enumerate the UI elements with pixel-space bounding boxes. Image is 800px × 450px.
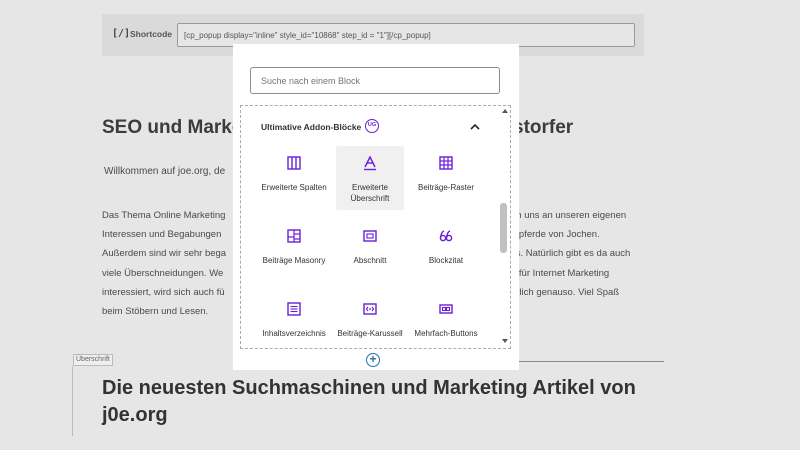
shortcode-label: Shortcode — [130, 29, 173, 39]
post-heading-left: SEO und Marke — [102, 117, 243, 138]
grid-icon — [439, 156, 453, 170]
paragraph-line: beim Stöbern und Lesen. — [102, 306, 209, 318]
block-label: Mehrfach-Buttons — [414, 329, 478, 338]
add-block-button[interactable]: + — [366, 353, 380, 367]
block-abschnitt[interactable]: Abschnitt — [336, 219, 404, 283]
block-inserter-popover: Ultimative Addon-Blöcke UG Erweiterte Sp… — [240, 56, 511, 349]
shortcode-icon: [/] — [112, 28, 131, 39]
block-list: Ultimative Addon-Blöcke UG Erweiterte Sp… — [240, 105, 511, 349]
carousel-icon — [363, 303, 377, 315]
section-icon — [363, 230, 377, 242]
toc-icon — [287, 302, 301, 316]
paragraph-line: viele Überschneidungen. We — [102, 267, 224, 279]
block-label: Inhaltsverzeichnis — [262, 329, 326, 338]
welcome-text: Willkommen auf joe.org, de — [104, 166, 226, 177]
block-beitraege-karussell[interactable]: Beiträge-Karussell — [336, 292, 404, 348]
columns-icon — [287, 156, 301, 170]
quote-icon — [439, 230, 453, 242]
block-mehrfach-buttons[interactable]: Mehrfach-Buttons — [412, 292, 480, 348]
block-label: Erweiterte Überschrift — [350, 183, 390, 203]
heading-icon — [364, 155, 376, 171]
paragraph-line: h für Internet Marketing — [511, 267, 610, 279]
block-label: Beiträge Masonry — [262, 256, 326, 265]
block-label: Beiträge-Raster — [417, 183, 475, 192]
paragraph-line: mpferde von Jochen. — [511, 229, 600, 241]
block-beitraege-raster[interactable]: Beiträge-Raster — [412, 146, 480, 210]
block-erweiterte-ueberschrift[interactable]: Erweiterte Überschrift — [336, 146, 404, 210]
block-label: Erweiterte Spalten — [261, 183, 327, 192]
chevron-up-icon[interactable] — [469, 121, 481, 133]
category-title: Ultimative Addon-Blöcke — [261, 122, 362, 132]
block-inhaltsverzeichnis[interactable]: Inhaltsverzeichnis — [260, 292, 328, 348]
scroll-down-icon[interactable] — [502, 339, 508, 343]
paragraph-line: interessiert, wird sich auch fü — [102, 286, 225, 298]
paragraph-line: Das Thema Online Marketing — [102, 210, 226, 221]
masonry-icon — [287, 229, 301, 243]
paragraph-line: Interessen und Begabungen — [102, 229, 222, 241]
buttons-icon — [439, 304, 453, 314]
paragraph-line: ürlich genauso. Viel Spaß — [511, 286, 620, 298]
block-label: Abschnitt — [353, 256, 387, 265]
post-heading-right: storfer — [513, 117, 574, 138]
scrollbar-thumb[interactable] — [500, 203, 507, 253]
ug-badge-icon: UG — [365, 119, 379, 133]
category-header[interactable]: Ultimative Addon-Blöcke UG — [261, 118, 481, 136]
paragraph-line: en uns an unseren eigenen — [511, 210, 627, 221]
scroll-up-icon[interactable] — [502, 109, 508, 113]
block-left-rule — [72, 366, 73, 436]
paragraph-right: en uns an unseren eigenen mpferde von Jo… — [511, 206, 651, 302]
heading-block[interactable]: Die neuesten Suchmaschinen und Marketing… — [102, 375, 662, 429]
block-beitraege-masonry[interactable]: Beiträge Masonry — [260, 219, 328, 283]
paragraph-line: Außerdem sind wir sehr bega — [102, 248, 227, 260]
block-label: Beiträge-Karussell — [337, 329, 403, 338]
block-label: Blockzitat — [428, 256, 464, 265]
paragraph-line: ss. Natürlich gibt es da auch — [511, 248, 631, 260]
block-search-input[interactable] — [250, 67, 500, 94]
block-type-tag: Überschrift — [73, 354, 113, 366]
paragraph-left: Das Thema Online Marketing Interessen un… — [102, 206, 242, 321]
block-erweiterte-spalten[interactable]: Erweiterte Spalten — [260, 146, 328, 210]
block-blockzitat[interactable]: Blockzitat — [412, 219, 480, 283]
